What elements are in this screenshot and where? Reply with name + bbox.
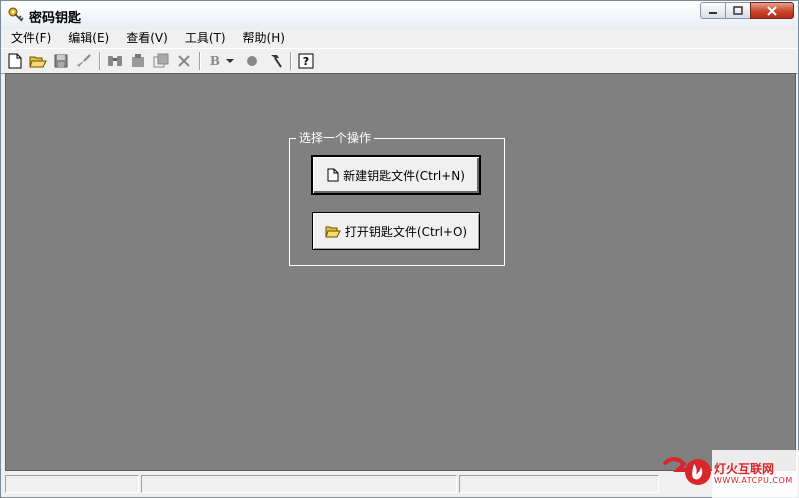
minimize-button[interactable] [700,2,726,19]
status-panel [459,475,659,493]
minimize-icon [709,11,717,14]
menu-view[interactable]: 查看(V) [119,29,175,47]
maximize-button[interactable] [725,2,751,19]
svg-text:?: ? [303,55,309,68]
toolbar: B ? [1,48,798,74]
close-button[interactable] [750,2,794,19]
toolbar-separator [199,52,201,70]
new-file-icon[interactable] [6,52,24,70]
menu-bar: 文件(F) 编辑(E) 查看(V) 工具(T) 帮助(H) [1,29,798,47]
help-icon[interactable]: ? [297,52,315,70]
menu-tools[interactable]: 工具(T) [178,29,233,47]
menu-file[interactable]: 文件(F) [4,29,58,47]
workspace [5,73,796,471]
status-panel [141,475,457,493]
open-folder-icon[interactable] [29,52,47,70]
watermark-text: 灯火互联网 [714,462,775,476]
open-folder-icon [325,225,341,238]
toolbar-separator [99,52,101,70]
delete-icon[interactable] [175,52,193,70]
bold-icon[interactable]: B [206,52,224,70]
hammer-icon[interactable] [266,52,284,70]
paste-icon[interactable] [152,52,170,70]
new-key-file-button[interactable]: 新建钥匙文件(Ctrl+N) [311,155,481,195]
new-file-icon [327,168,339,182]
cut-icon[interactable] [129,52,147,70]
new-key-file-label: 新建钥匙文件(Ctrl+N) [343,168,465,183]
window-controls [700,2,794,19]
window-title: 密码钥匙 [29,11,82,26]
menu-help[interactable]: 帮助(H) [236,29,292,47]
close-icon [767,5,777,16]
status-panel [5,475,139,493]
menu-edit[interactable]: 编辑(E) [61,29,116,47]
save-icon[interactable] [52,52,70,70]
open-key-file-label: 打开钥匙文件(Ctrl+O) [344,224,468,239]
title-bar[interactable]: 密码钥匙 [1,1,798,30]
binoculars-icon[interactable] [106,52,124,70]
brush-icon[interactable] [75,52,93,70]
key-app-icon [7,6,25,24]
circle-icon[interactable] [243,52,261,70]
dropdown-arrow-icon[interactable] [225,52,235,70]
maximize-icon [733,5,743,15]
toolbar-separator [290,52,292,70]
open-key-file-button[interactable]: 打开钥匙文件(Ctrl+O) [312,212,480,250]
app-window: 密码钥匙 文件(F) 编辑(E) 查看(V) 工具(T) 帮助(H) B ? 选… [0,0,799,498]
action-group-label: 选择一个操作 [296,131,375,145]
watermark-url: WWW.ATCPU.COM [714,476,793,485]
